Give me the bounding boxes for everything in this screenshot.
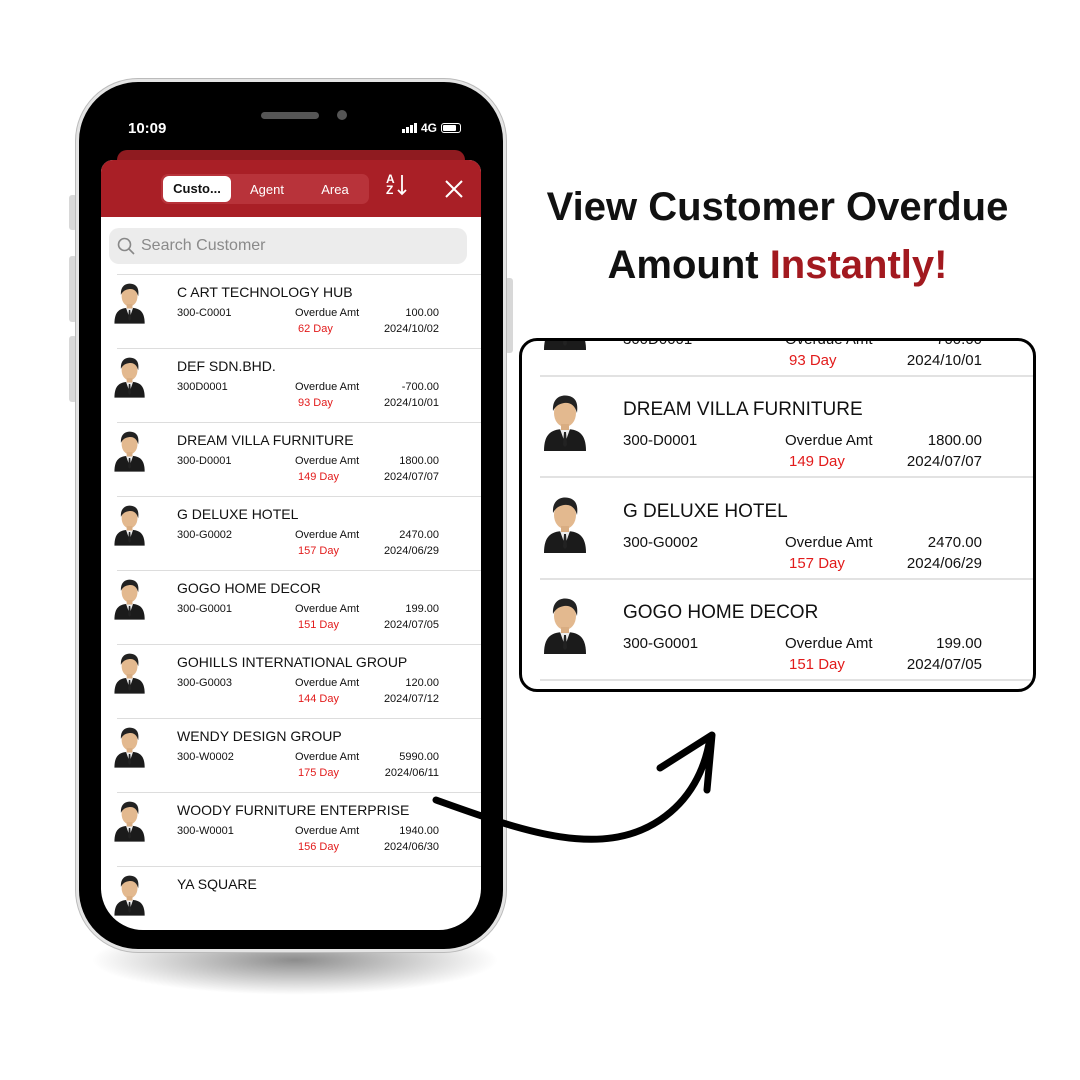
arrow-icon: [432, 731, 716, 843]
notch: [183, 104, 401, 134]
